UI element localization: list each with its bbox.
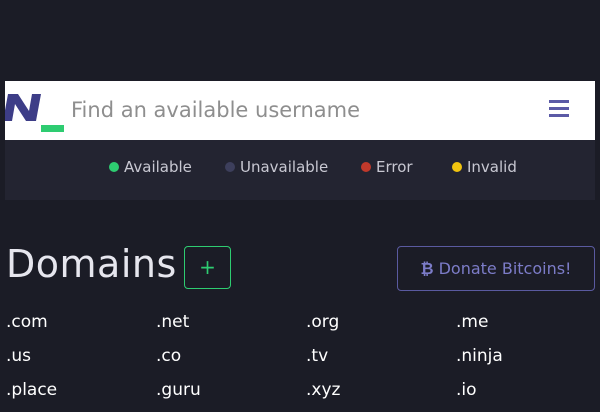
- domain-item[interactable]: .tv: [306, 344, 456, 378]
- legend-item-available: Available: [109, 158, 192, 176]
- domain-item[interactable]: .net: [156, 310, 306, 344]
- legend-item-invalid: Invalid: [452, 158, 517, 176]
- domain-item[interactable]: .guru: [156, 378, 306, 412]
- domain-item[interactable]: .xyz: [306, 378, 456, 412]
- status-legend: Available Unavailable Error Invalid: [5, 140, 595, 200]
- donate-bitcoins-button[interactable]: ₿ Donate Bitcoins!: [397, 246, 595, 291]
- unavailable-dot-icon: [225, 162, 235, 172]
- domain-item[interactable]: .us: [6, 344, 156, 378]
- invalid-dot-icon: [452, 162, 462, 172]
- legend-item-unavailable: Unavailable: [225, 158, 328, 176]
- menu-bar: [549, 100, 569, 103]
- namechk-logo-icon[interactable]: [5, 81, 67, 140]
- legend-label: Invalid: [467, 158, 517, 176]
- domain-item[interactable]: .place: [6, 378, 156, 412]
- domain-item[interactable]: .io: [456, 378, 600, 412]
- legend-item-error: Error: [361, 158, 413, 176]
- username-search-input[interactable]: [71, 91, 371, 129]
- search-bar: [5, 81, 595, 140]
- domain-list: .com .net .org .me .us .co .tv .ninja .p…: [6, 310, 600, 412]
- domain-item[interactable]: .co: [156, 344, 306, 378]
- legend-label: Unavailable: [240, 158, 329, 176]
- available-dot-icon: [109, 162, 119, 172]
- add-domain-button[interactable]: +: [184, 246, 231, 289]
- domain-item[interactable]: .org: [306, 310, 456, 344]
- domain-item[interactable]: .me: [456, 310, 600, 344]
- legend-label: Available: [124, 158, 192, 176]
- domain-item[interactable]: .ninja: [456, 344, 600, 378]
- domain-item[interactable]: .com: [6, 310, 156, 344]
- menu-bar: [549, 114, 569, 117]
- donate-label: Donate Bitcoins!: [438, 259, 572, 278]
- legend-label: Error: [376, 158, 413, 176]
- bitcoin-icon: ₿: [420, 259, 434, 278]
- menu-bar: [549, 107, 569, 110]
- domains-heading: Domains: [6, 242, 177, 286]
- error-dot-icon: [361, 162, 371, 172]
- menu-button[interactable]: [545, 95, 573, 125]
